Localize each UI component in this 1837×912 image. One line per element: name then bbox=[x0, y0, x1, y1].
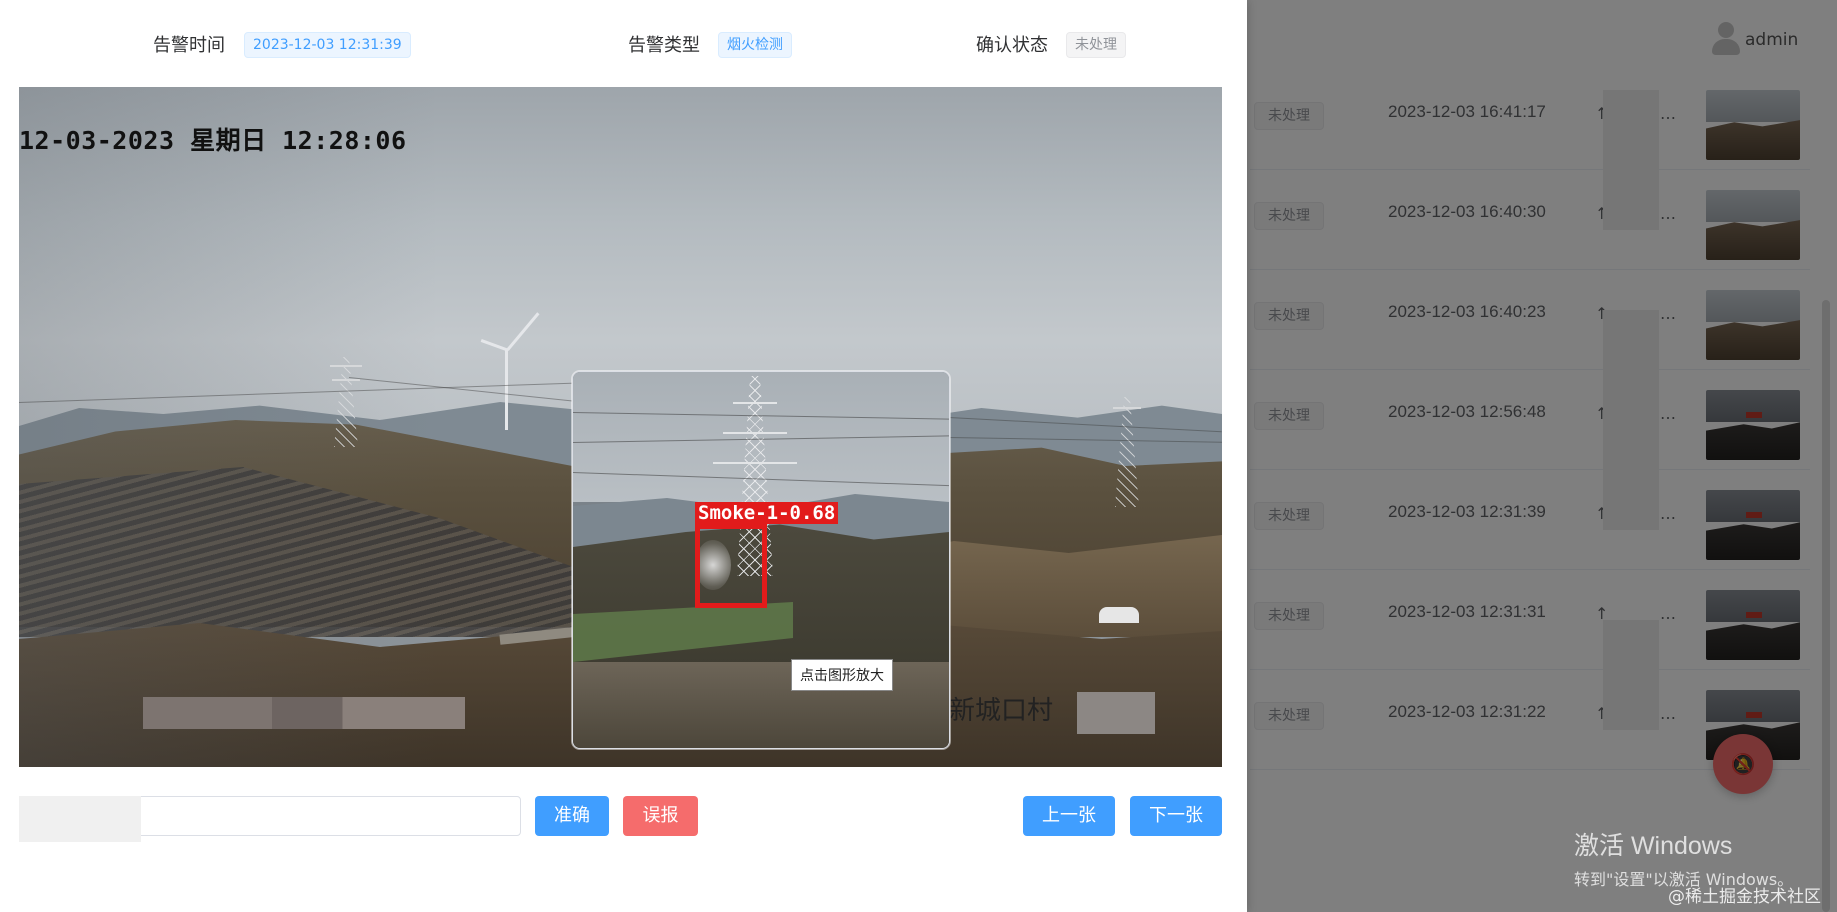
confirm-accurate-button[interactable]: 准确 bbox=[535, 796, 609, 836]
modal-overlay[interactable] bbox=[1247, 0, 1837, 912]
alarm-type-tag: 烟火检测 bbox=[718, 32, 792, 58]
detection-bounding-box bbox=[695, 524, 767, 608]
previous-image-button[interactable]: 上一张 bbox=[1023, 796, 1115, 836]
site-credit: @稀土掘金技术社区 bbox=[1668, 887, 1821, 907]
alarm-time-tag: 2023-12-03 12:31:39 bbox=[244, 32, 411, 58]
alarm-snapshot-image[interactable]: 12-03-2023 星期日 12:28:06 新城口村 Smoke-1-0.6… bbox=[19, 87, 1222, 767]
zoom-tooltip: 点击图形放大 bbox=[791, 659, 893, 691]
power-pylon bbox=[330, 357, 362, 447]
confirm-status-tag: 未处理 bbox=[1066, 32, 1126, 58]
alarm-detail-dialog: 告警时间 2023-12-03 12:31:39 告警类型 烟火检测 确认状态 … bbox=[0, 0, 1247, 912]
power-pylon bbox=[1113, 397, 1141, 507]
zoom-magnifier[interactable]: Smoke-1-0.68 bbox=[572, 371, 950, 749]
next-image-button[interactable]: 下一张 bbox=[1130, 796, 1222, 836]
confirm-status-label: 确认状态 bbox=[976, 35, 1048, 56]
redacted-region bbox=[143, 697, 465, 729]
alarm-info-bar: 告警时间 2023-12-03 12:31:39 告警类型 烟火检测 确认状态 … bbox=[0, 0, 1247, 86]
alarm-type-label: 告警类型 bbox=[628, 35, 700, 56]
false-alarm-button[interactable]: 误报 bbox=[623, 796, 698, 836]
camera-timestamp-overlay: 12-03-2023 星期日 12:28:06 bbox=[19, 126, 407, 155]
windows-activation-watermark: 激活 Windows 转到"设置"以激活 Windows。 bbox=[1574, 826, 1793, 890]
watermark-title: 激活 Windows bbox=[1574, 832, 1733, 860]
redacted-region bbox=[1077, 692, 1155, 734]
camera-location-overlay: 新城口村 bbox=[949, 696, 1054, 726]
redacted-region bbox=[19, 796, 141, 842]
detection-label: Smoke-1-0.68 bbox=[695, 502, 839, 524]
alarm-time-label: 告警时间 bbox=[153, 35, 225, 56]
